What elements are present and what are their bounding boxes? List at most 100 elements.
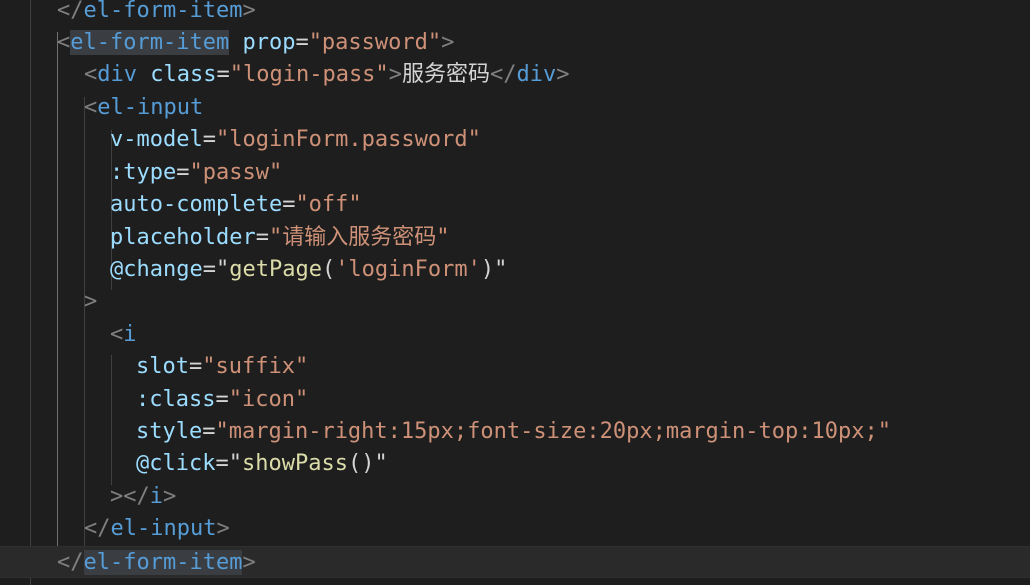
code-token: v-model	[110, 127, 203, 152]
code-token: =	[295, 30, 309, 55]
code-text: </el-input>	[84, 513, 230, 545]
code-text: </el-form-item>	[57, 0, 256, 27]
code-token: el-form-item	[83, 550, 243, 575]
code-text: <el-input	[84, 92, 203, 124]
code-line[interactable]: auto-complete="off"	[0, 189, 1030, 221]
code-text: style="margin-right:15px;font-size:20px;…	[136, 416, 891, 448]
code-line[interactable]: </el-input>	[0, 513, 1030, 545]
code-token: "password"	[308, 30, 442, 55]
code-line[interactable]: slot="suffix"	[0, 351, 1030, 383]
code-token: el-form-item	[70, 30, 230, 55]
code-token: "off"	[295, 192, 362, 217]
code-editor[interactable]: </el-form-item> <el-form-item prop="passw…	[0, 0, 1030, 585]
code-token: i	[149, 484, 163, 509]
code-text: slot="suffix"	[136, 351, 308, 383]
code-token: (	[321, 257, 336, 282]
code-token: "icon"	[228, 387, 309, 412]
code-token: @click	[136, 451, 216, 476]
code-token: ()"	[347, 451, 388, 476]
code-token: class	[150, 62, 217, 87]
code-token: </	[489, 62, 517, 87]
code-token: "	[268, 225, 283, 250]
code-token: =	[176, 160, 190, 185]
code-token: <	[84, 62, 98, 87]
code-line[interactable]: <div class="login-pass">服务密码</div>	[0, 59, 1030, 91]
code-token: )"	[480, 257, 508, 282]
code-text: v-model="loginForm.password"	[110, 124, 481, 156]
code-token: </	[57, 550, 84, 575]
code-text: >	[84, 286, 97, 318]
code-text: ></i>	[110, 481, 176, 513]
code-token: >	[242, 0, 256, 23]
code-token: "passw"	[189, 160, 283, 185]
code-line[interactable]: </el-form-item>	[0, 0, 1030, 27]
code-line[interactable]: <el-input	[0, 92, 1030, 124]
code-token: style	[136, 419, 203, 444]
code-line[interactable]: >	[0, 286, 1030, 318]
code-line[interactable]: </el-form-item>	[0, 546, 1030, 579]
code-token: <	[57, 30, 71, 55]
code-token: =	[188, 354, 203, 379]
code-line[interactable]: style="margin-right:15px;font-size:20px;…	[0, 416, 1030, 448]
code-line[interactable]: ></i>	[0, 481, 1030, 513]
code-text: :class="icon"	[136, 384, 308, 416]
code-token: showPass	[241, 451, 348, 476]
code-token: 'loginForm'	[335, 257, 481, 282]
code-token: i	[123, 322, 137, 347]
code-token: auto-complete	[110, 192, 283, 217]
code-token: </	[84, 516, 111, 541]
code-token: "login-pass"	[229, 62, 389, 87]
code-token: "	[228, 451, 242, 476]
code-token: >	[163, 484, 177, 509]
code-token: >	[556, 62, 570, 87]
code-token: <	[84, 95, 98, 120]
code-token: placeholder	[110, 225, 256, 250]
code-token: div	[516, 62, 557, 87]
code-token: "	[436, 225, 450, 250]
code-text: <div class="login-pass">服务密码</div>	[84, 59, 569, 91]
code-token: >	[441, 30, 455, 55]
code-token: 服务密码	[401, 62, 490, 87]
code-token: :class	[136, 387, 216, 412]
code-token: "loginForm.password"	[215, 127, 481, 152]
code-line[interactable]: @change="getPage('loginForm')"	[0, 254, 1030, 286]
code-token: prop	[242, 30, 296, 55]
code-text: @change="getPage('loginForm')"	[110, 254, 507, 286]
code-token: "margin-right:15px;font-size:20px;margin…	[215, 419, 891, 444]
code-line[interactable]: @click="showPass()"	[0, 448, 1030, 480]
code-token: el-form-item	[83, 0, 243, 23]
code-text: @click="showPass()"	[136, 448, 388, 480]
code-token: :type	[110, 160, 177, 185]
code-line[interactable]: <i	[0, 319, 1030, 351]
code-token: =	[202, 257, 216, 282]
code-token: ></	[110, 484, 150, 509]
code-token: "	[215, 257, 230, 282]
code-token: el-input	[110, 516, 217, 541]
code-token: >	[216, 516, 230, 541]
code-token: el-input	[97, 95, 204, 120]
code-token: =	[215, 451, 229, 476]
code-text: placeholder="请输入服务密码"	[110, 222, 449, 254]
code-token: div	[97, 62, 137, 87]
code-token: >	[388, 62, 402, 87]
code-token: =	[215, 387, 229, 412]
code-token: >	[242, 550, 256, 575]
code-token: =	[282, 192, 296, 217]
code-token: =	[216, 62, 230, 87]
code-line[interactable]: placeholder="请输入服务密码"	[0, 222, 1030, 254]
code-line[interactable]: v-model="loginForm.password"	[0, 124, 1030, 156]
code-token: =	[255, 225, 269, 250]
code-token: @change	[110, 257, 203, 282]
code-line[interactable]: :class="icon"	[0, 384, 1030, 416]
code-text: auto-complete="off"	[110, 189, 362, 221]
code-text: <el-form-item prop="password">	[57, 27, 454, 59]
code-token: =	[202, 419, 216, 444]
code-line[interactable]: <el-form-item prop="password">	[0, 27, 1030, 59]
code-text: <i	[110, 319, 137, 351]
code-token: 请输入服务密码	[282, 225, 437, 250]
code-text: </el-form-item>	[57, 547, 256, 579]
code-line[interactable]: :type="passw"	[0, 157, 1030, 189]
code-text: :type="passw"	[110, 157, 282, 189]
